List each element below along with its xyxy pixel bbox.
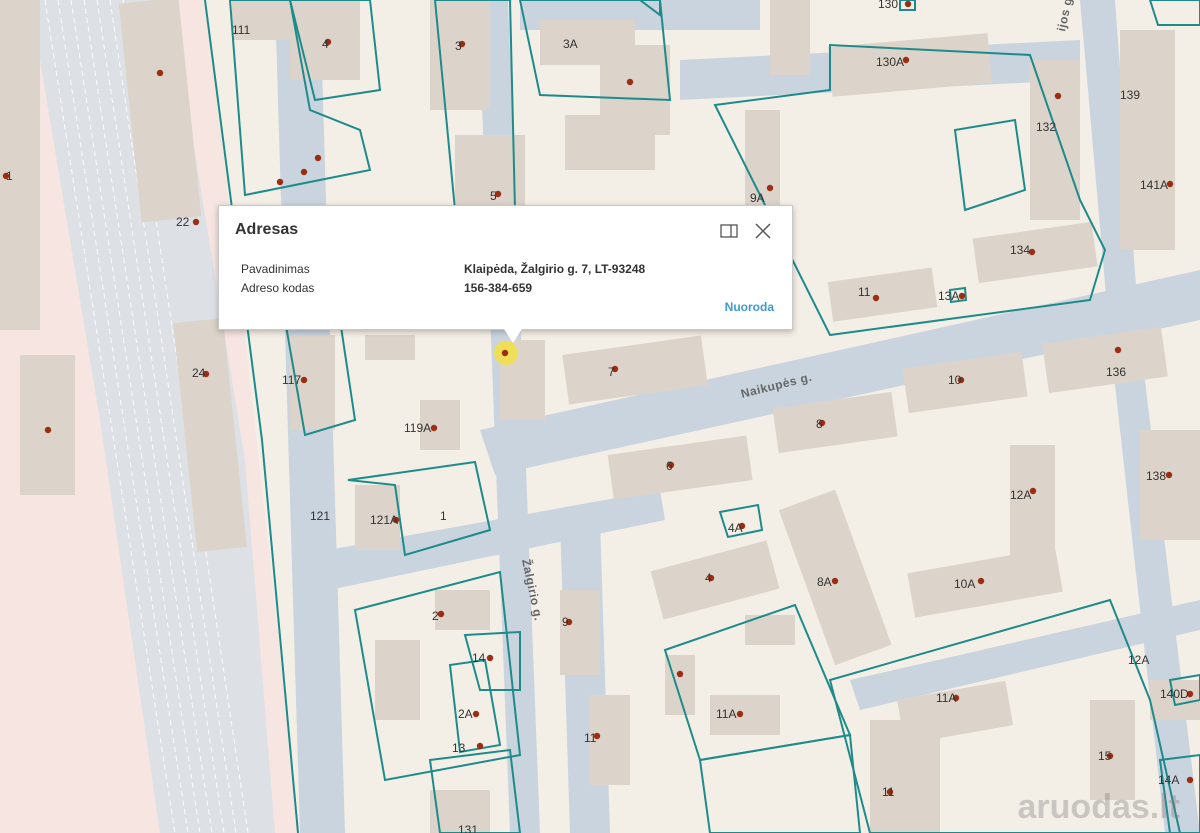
house-number-label: 130 — [878, 0, 898, 11]
address-point[interactable] — [977, 577, 985, 585]
house-number-label: 9A — [750, 191, 765, 205]
house-number-label: 14 — [472, 651, 486, 665]
row-value-name: Klaipėda, Žalgirio g. 7, LT-93248 — [464, 262, 646, 276]
address-point[interactable] — [676, 670, 684, 678]
house-number-label: 11 — [882, 785, 895, 799]
house-number-label: 132 — [1036, 120, 1056, 134]
address-point[interactable] — [44, 426, 52, 434]
house-number-label: 117 — [282, 373, 301, 387]
house-number-label: 3 — [455, 39, 462, 53]
address-point[interactable] — [501, 349, 509, 357]
house-number-label: 139 — [1120, 88, 1140, 102]
house-number-label: 10 — [948, 373, 962, 387]
house-number-label: 11A — [716, 707, 736, 721]
house-number-label: 11A — [936, 691, 956, 705]
house-number-label: 136 — [1106, 365, 1126, 379]
address-point[interactable] — [1186, 776, 1194, 784]
house-number-label: 24 — [192, 366, 206, 380]
house-number-label: 119A — [404, 421, 431, 435]
address-point[interactable] — [156, 69, 164, 77]
watermark: aruodas.lt — [1018, 788, 1180, 826]
address-point[interactable] — [736, 710, 744, 718]
address-point[interactable] — [766, 184, 774, 192]
house-number-label: 5 — [490, 189, 497, 203]
address-point[interactable] — [1165, 471, 1173, 479]
address-point[interactable] — [1114, 346, 1122, 354]
house-number-label: 13A — [938, 289, 959, 303]
house-number-label: 111 — [232, 23, 251, 37]
address-point[interactable] — [904, 0, 912, 8]
address-point[interactable] — [192, 218, 200, 226]
house-number-label: 2A — [458, 707, 473, 721]
address-point[interactable] — [486, 654, 494, 662]
house-number-label: 11 — [858, 285, 871, 299]
house-number-label: 22 — [176, 215, 190, 229]
house-number-label: 121A — [370, 513, 398, 527]
house-number-label: 121 — [310, 509, 330, 523]
house-number-label: 140D — [1160, 687, 1189, 701]
house-number-label: 13 — [452, 741, 466, 755]
address-point[interactable] — [430, 424, 438, 432]
house-number-label: 7 — [608, 365, 615, 379]
row-label-code: Adreso kodas — [241, 281, 315, 295]
address-point[interactable] — [476, 742, 484, 750]
address-point[interactable] — [472, 710, 480, 718]
address-point[interactable] — [300, 376, 308, 384]
row-label-name: Pavadinimas — [241, 262, 310, 276]
house-number-label: 141A — [1140, 178, 1168, 192]
house-number-label: 11 — [584, 731, 597, 745]
house-number-label: 131 — [458, 823, 478, 833]
address-popup: Adresas Pavadinimas Klaipėda, Žalgirio g… — [218, 205, 793, 343]
address-point[interactable] — [437, 610, 445, 618]
house-number-label: 4A — [728, 521, 743, 535]
house-number-label: 2 — [432, 609, 439, 623]
row-value-code: 156-384-659 — [464, 281, 533, 295]
rail-building-left-2 — [20, 355, 75, 495]
link-button[interactable]: Nuoroda — [725, 300, 774, 314]
house-number-label: 15 — [1098, 749, 1112, 763]
house-number-label: 130A — [876, 55, 904, 69]
house-number-label: 10A — [954, 577, 975, 591]
house-number-label: 6 — [666, 459, 673, 473]
address-point[interactable] — [1054, 92, 1062, 100]
popup-pointer — [504, 329, 522, 343]
address-point[interactable] — [872, 294, 880, 302]
dock-panel-button[interactable] — [718, 220, 740, 242]
house-number-label: 3A — [563, 37, 578, 51]
house-number-label: 8 — [816, 417, 823, 431]
address-point[interactable] — [958, 292, 966, 300]
address-point[interactable] — [831, 577, 839, 585]
address-point[interactable] — [626, 78, 634, 86]
dock-panel-icon — [720, 224, 738, 238]
close-button[interactable] — [752, 220, 774, 242]
map-canvas[interactable]: Naikupės g. Žalgirio g. ijos g. 1114 3 3A1… — [0, 0, 1200, 833]
popup-title: Adresas — [235, 221, 299, 238]
house-number-label: 12A — [1010, 488, 1031, 502]
house-number-label: 12A — [1128, 653, 1149, 667]
house-number-label: 4 — [322, 37, 329, 51]
house-number-label: 4 — [705, 571, 712, 585]
house-number-label: 134 — [1010, 243, 1030, 257]
house-number-label: 1 — [6, 169, 13, 183]
address-point[interactable] — [300, 168, 308, 176]
house-number-label: 9 — [562, 615, 569, 629]
house-number-label: 14A — [1158, 773, 1179, 787]
house-number-label: 138 — [1146, 469, 1166, 483]
rail-building-left — [0, 0, 40, 330]
house-number-label: 8A — [817, 575, 832, 589]
address-point[interactable] — [276, 178, 284, 186]
house-number-label: 1 — [440, 509, 447, 523]
close-icon — [755, 223, 771, 239]
address-point[interactable] — [314, 154, 322, 162]
